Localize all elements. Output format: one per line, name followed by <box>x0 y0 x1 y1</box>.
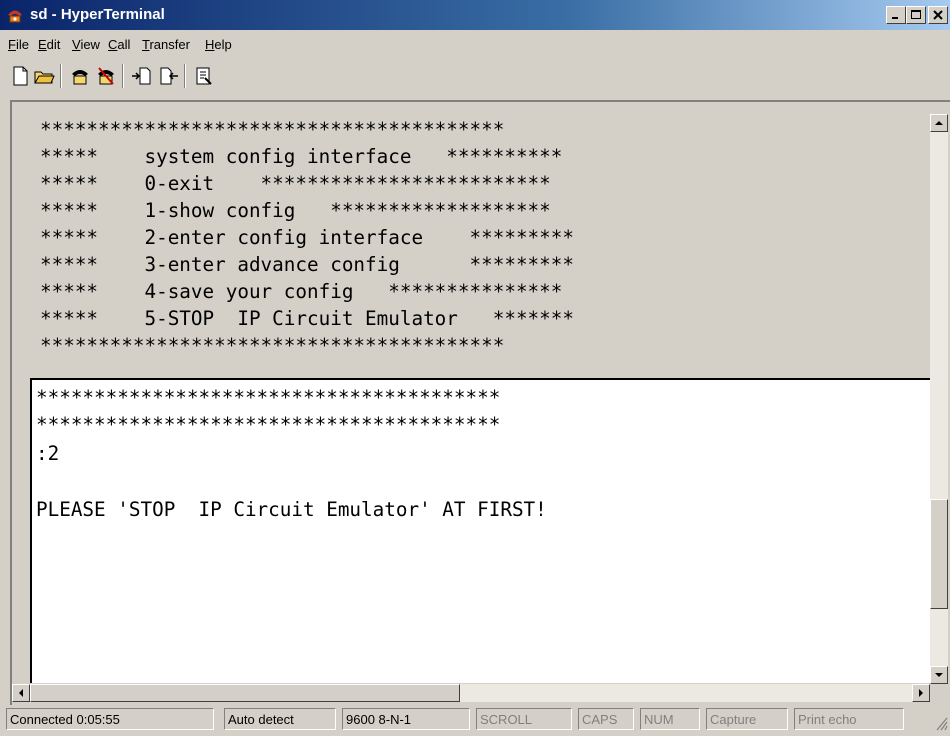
new-document-icon[interactable] <box>8 64 32 88</box>
arrow-up-icon <box>935 121 943 125</box>
receive-file-icon[interactable] <box>156 64 180 88</box>
send-file-icon[interactable] <box>130 64 154 88</box>
terminal-line: ***** system config interface ********** <box>40 145 563 168</box>
toolbar-separator <box>184 64 186 88</box>
terminal-line: ***** 2-enter config interface ********* <box>40 226 574 249</box>
open-folder-icon[interactable] <box>32 64 56 88</box>
status-num: NUM <box>640 708 700 730</box>
maximize-icon <box>911 10 921 19</box>
terminal-line: ***** 1-show config ******************* <box>40 199 551 222</box>
status-caps: CAPS <box>578 708 634 730</box>
status-capture: Capture <box>706 708 788 730</box>
terminal-line: **************************************** <box>36 386 501 409</box>
status-scroll: SCROLL <box>476 708 572 730</box>
menu-view[interactable]: View <box>72 37 100 52</box>
hyperterminal-window: sd - HyperTerminal File Edit View Call T… <box>0 0 950 736</box>
arrow-down-icon <box>935 673 943 677</box>
minimize-button[interactable] <box>886 6 906 24</box>
terminal-line: **************************************** <box>40 118 505 141</box>
window-title: sd - HyperTerminal <box>30 6 165 23</box>
scroll-left-button[interactable] <box>12 684 30 702</box>
terminal-line: :2 <box>36 442 60 465</box>
menu-call[interactable]: Call <box>108 37 130 52</box>
status-port: 9600 8-N-1 <box>342 708 470 730</box>
toolbar-separator <box>122 64 124 88</box>
toolbar <box>6 62 944 92</box>
toolbar-separator <box>60 64 62 88</box>
scroll-up-button[interactable] <box>930 114 948 132</box>
call-icon[interactable] <box>68 64 92 88</box>
minimize-icon <box>892 17 898 19</box>
terminal-screen[interactable]: ****************************************… <box>30 378 930 683</box>
scroll-down-button[interactable] <box>930 666 948 684</box>
close-button[interactable] <box>928 6 948 24</box>
scroll-right-button[interactable] <box>912 684 930 702</box>
vertical-scrollbar[interactable] <box>930 114 948 684</box>
status-detect: Auto detect <box>224 708 336 730</box>
hyperterminal-phone-icon <box>8 10 22 23</box>
status-print-echo: Print echo <box>794 708 904 730</box>
menu-transfer[interactable]: Transfer <box>142 37 190 52</box>
horizontal-scrollbar[interactable] <box>12 684 930 702</box>
disconnect-icon[interactable] <box>94 64 118 88</box>
status-bar: Connected 0:05:55 Auto detect 9600 8-N-1… <box>0 708 950 736</box>
terminal-line: ***** 5-STOP IP Circuit Emulator ******* <box>40 307 574 330</box>
menu-file[interactable]: File <box>8 37 29 52</box>
horizontal-scroll-thumb[interactable] <box>30 684 460 702</box>
terminal-line: PLEASE 'STOP IP Circuit Emulator' AT FIR… <box>36 498 547 521</box>
arrow-left-icon <box>19 689 23 697</box>
menu-bar: File Edit View Call Transfer Help <box>0 34 950 56</box>
terminal-line: ***** 0-exit ************************* <box>40 172 551 195</box>
maximize-button[interactable] <box>906 6 926 24</box>
properties-icon[interactable] <box>192 64 216 88</box>
close-icon <box>933 10 943 20</box>
resize-grip-icon[interactable] <box>932 712 948 732</box>
terminal-line: **************************************** <box>36 413 501 436</box>
menu-help[interactable]: Help <box>205 37 232 52</box>
terminal-line: ***** 4-save your config *************** <box>40 280 563 303</box>
terminal-line: **************************************** <box>40 334 505 357</box>
title-bar[interactable]: sd - HyperTerminal <box>0 0 950 30</box>
status-connected: Connected 0:05:55 <box>6 708 214 730</box>
terminal-line: ***** 3-enter advance config ********* <box>40 253 574 276</box>
vertical-scroll-thumb[interactable] <box>930 499 948 609</box>
menu-edit[interactable]: Edit <box>38 37 60 52</box>
arrow-right-icon <box>919 689 923 697</box>
scrollback-buffer[interactable]: ****************************************… <box>12 102 924 368</box>
